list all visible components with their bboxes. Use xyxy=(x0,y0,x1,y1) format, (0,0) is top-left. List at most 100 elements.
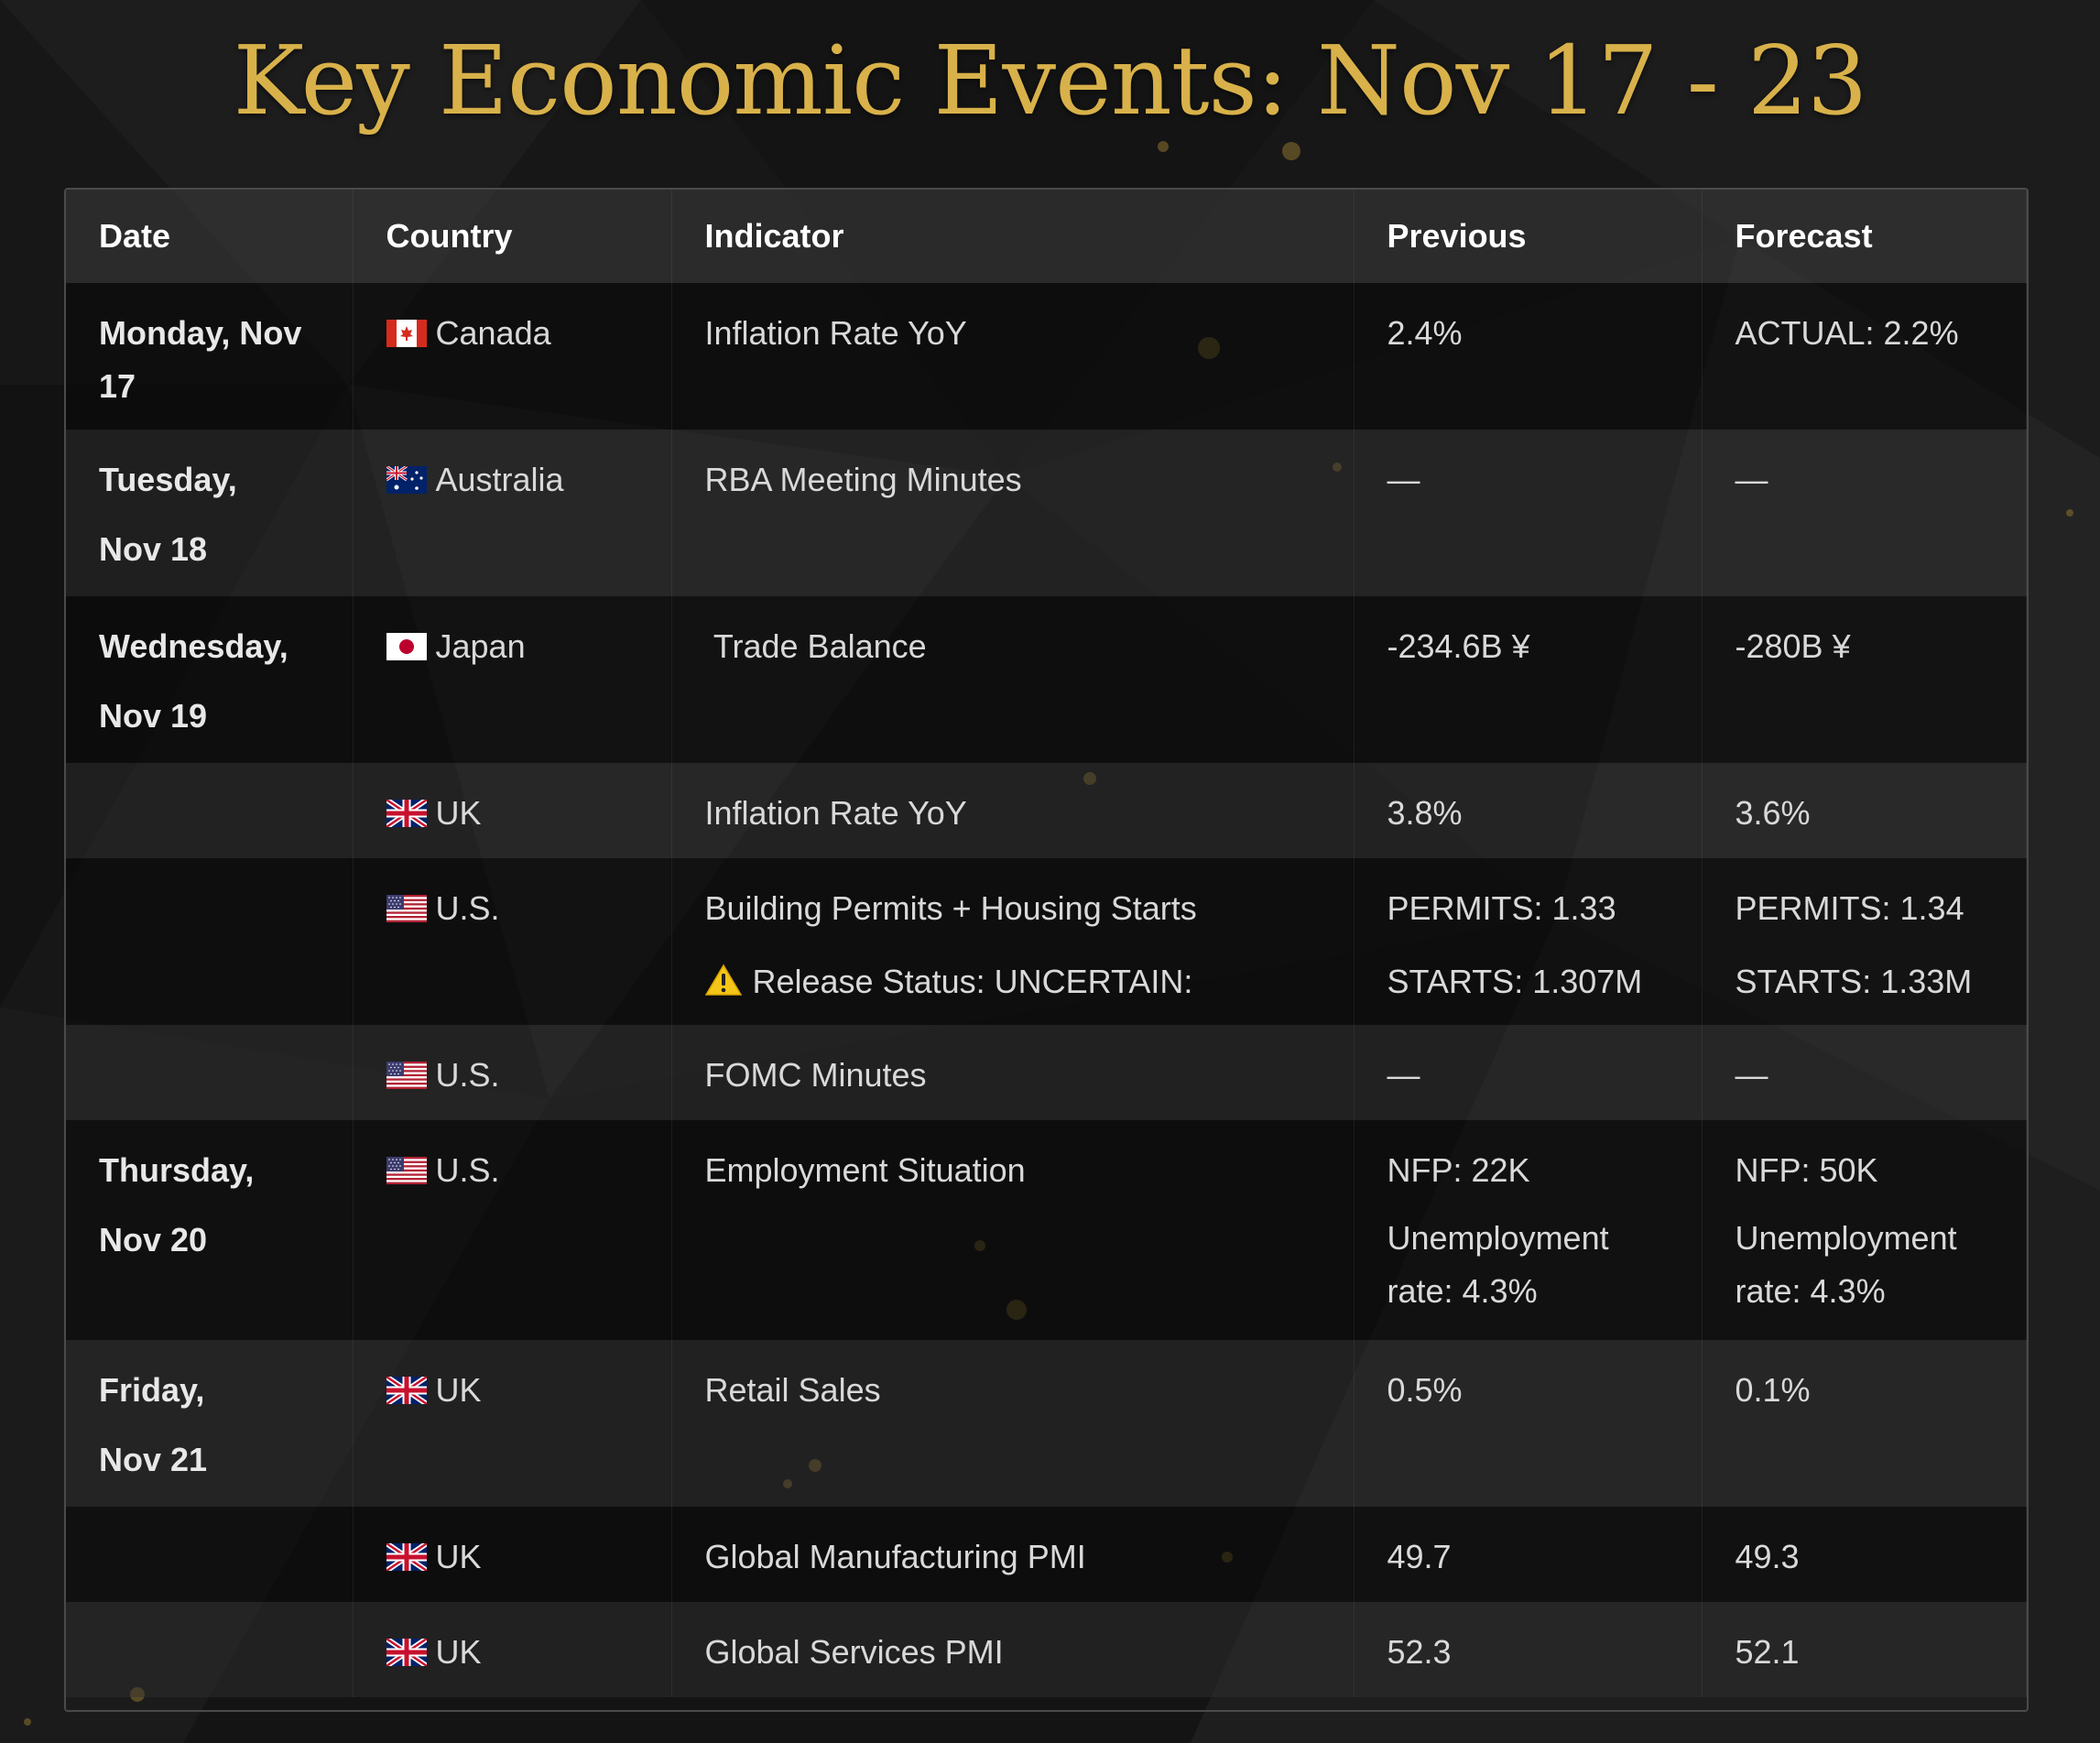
date-line-2: Nov 20 xyxy=(99,1221,208,1258)
forecast-cell: -280B ¥ xyxy=(1702,596,2027,763)
previous-cell: 2.4% xyxy=(1354,283,1703,430)
forecast-cell: — xyxy=(1702,1025,2027,1120)
indicator-cell: Building Permits + Housing Starts Releas… xyxy=(671,858,1355,1025)
previous-cell: NFP: 22K Unemployment rate: 4.3% xyxy=(1354,1120,1703,1340)
previous-value: — xyxy=(1387,461,1420,498)
date-line-1: Friday, xyxy=(99,1371,205,1409)
forecast-value-2: STARTS: 1.33M xyxy=(1735,963,1973,1000)
previous-cell: -234.6B ¥ xyxy=(1354,596,1703,763)
uk-flag-icon xyxy=(384,1367,429,1407)
country-name: UK xyxy=(435,1538,482,1575)
column-header-date: Date xyxy=(66,190,354,283)
date-line-2: 17 xyxy=(99,367,136,405)
japan-flag-icon xyxy=(386,623,427,660)
previous-cell: 3.8% xyxy=(1354,763,1703,858)
previous-cell: 49.7 xyxy=(1354,1507,1703,1602)
warning-icon xyxy=(704,959,742,996)
date-line-1: Monday, Nov xyxy=(99,314,302,352)
previous-value: 49.7 xyxy=(1387,1538,1452,1575)
column-header-previous: Previous xyxy=(1354,190,1703,283)
forecast-cell: NFP: 50K Unemployment rate: 4.3% xyxy=(1702,1120,2027,1340)
indicator-cell: Global Services PMI xyxy=(671,1602,1355,1697)
country-cell: Australia xyxy=(353,430,672,596)
date-cell: Thursday, Nov 20 xyxy=(66,1120,354,1340)
previous-value: 52.3 xyxy=(1387,1633,1452,1671)
forecast-cell: 52.1 xyxy=(1702,1602,2027,1697)
us-flag-icon xyxy=(386,1147,427,1184)
country-name: U.S. xyxy=(435,889,500,927)
indicator-note: Release Status: UNCERTAIN: xyxy=(704,955,1335,1008)
previous-value: PERMITS: 1.33 xyxy=(1387,889,1616,927)
previous-cell: — xyxy=(1354,1025,1703,1120)
previous-value: 2.4% xyxy=(1387,314,1463,352)
column-header-forecast: Forecast xyxy=(1702,190,2027,283)
previous-value-3: rate: 4.3% xyxy=(1387,1272,1538,1310)
date-cell xyxy=(66,858,354,1025)
uk-flag-icon xyxy=(384,1629,429,1669)
indicator-name: Global Manufacturing PMI xyxy=(704,1538,1086,1575)
previous-cell: 52.3 xyxy=(1354,1602,1703,1697)
uk-flag-icon xyxy=(384,790,429,830)
country-cell: UK xyxy=(353,1602,672,1697)
indicator-cell: Inflation Rate YoY xyxy=(671,283,1355,430)
forecast-value: 0.1% xyxy=(1735,1371,1811,1409)
page-title: Key Economic Events: Nov 17 - 23 xyxy=(233,25,1868,136)
indicator-name: Global Services PMI xyxy=(704,1633,1004,1671)
previous-value: 3.8% xyxy=(1387,794,1463,832)
forecast-value-2: Unemployment xyxy=(1735,1219,1957,1257)
indicator-name: Employment Situation xyxy=(704,1151,1026,1189)
us-flag-icon xyxy=(386,885,427,922)
country-name: U.S. xyxy=(435,1151,500,1189)
country-name: U.S. xyxy=(435,1056,500,1094)
forecast-cell: — xyxy=(1702,430,2027,596)
previous-value-2: STARTS: 1.307M xyxy=(1387,963,1643,1000)
events-table-container: Date Country Indicator Previous Forecast… xyxy=(64,188,2029,1712)
indicator-name: Inflation Rate YoY xyxy=(704,314,967,352)
forecast-cell: 0.1% xyxy=(1702,1340,2027,1507)
column-header-country: Country xyxy=(353,190,672,283)
forecast-cell: 49.3 xyxy=(1702,1507,2027,1602)
date-cell: Tuesday, Nov 18 xyxy=(66,430,354,596)
date-line-1: Tuesday, xyxy=(99,461,237,498)
country-name: Canada xyxy=(435,314,551,352)
date-line-1: Wednesday, xyxy=(99,627,288,665)
previous-cell: — xyxy=(1354,430,1703,596)
indicator-cell: Employment Situation xyxy=(671,1120,1355,1340)
canada-flag-icon xyxy=(386,310,427,347)
country-name: Australia xyxy=(435,461,564,498)
country-cell: UK xyxy=(353,1340,672,1507)
uk-flag-icon xyxy=(384,1533,429,1574)
forecast-value: NFP: 50K xyxy=(1735,1151,1878,1189)
previous-cell: 0.5% xyxy=(1354,1340,1703,1507)
previous-value: NFP: 22K xyxy=(1387,1151,1530,1189)
country-name: UK xyxy=(435,794,482,832)
date-cell xyxy=(66,1507,354,1602)
country-cell: U.S. xyxy=(353,858,672,1025)
forecast-value: 3.6% xyxy=(1735,794,1811,832)
previous-value: 0.5% xyxy=(1387,1371,1463,1409)
indicator-cell: Trade Balance xyxy=(671,596,1355,763)
country-name: UK xyxy=(435,1633,482,1671)
table-row: UK Global Services PMI 52.3 52.1 xyxy=(66,1602,2027,1697)
country-cell: UK xyxy=(353,1507,672,1602)
country-cell: Canada xyxy=(353,283,672,430)
forecast-value: ACTUAL: 2.2% xyxy=(1735,314,1959,352)
date-cell: Wednesday, Nov 19 xyxy=(66,596,354,763)
forecast-value: 52.1 xyxy=(1735,1633,1800,1671)
indicator-cell: Global Manufacturing PMI xyxy=(671,1507,1355,1602)
previous-value: — xyxy=(1387,1056,1420,1094)
country-name: Japan xyxy=(435,627,526,665)
forecast-value: — xyxy=(1735,1056,1768,1094)
forecast-value: -280B ¥ xyxy=(1735,627,1851,665)
forecast-cell: 3.6% xyxy=(1702,763,2027,858)
indicator-name: Inflation Rate YoY xyxy=(704,794,967,832)
country-cell: Japan xyxy=(353,596,672,763)
table-row: Monday, Nov 17 Canada Inflation Rate YoY… xyxy=(66,283,2027,430)
date-line-1: Thursday, xyxy=(99,1151,255,1189)
table-row: Tuesday, Nov 18 Australia RBA Meeting Mi… xyxy=(66,430,2027,596)
previous-value: -234.6B ¥ xyxy=(1387,627,1530,665)
forecast-value-3: rate: 4.3% xyxy=(1735,1272,1886,1310)
country-name: UK xyxy=(435,1371,482,1409)
previous-cell: PERMITS: 1.33 STARTS: 1.307M xyxy=(1354,858,1703,1025)
country-cell: U.S. xyxy=(353,1025,672,1120)
